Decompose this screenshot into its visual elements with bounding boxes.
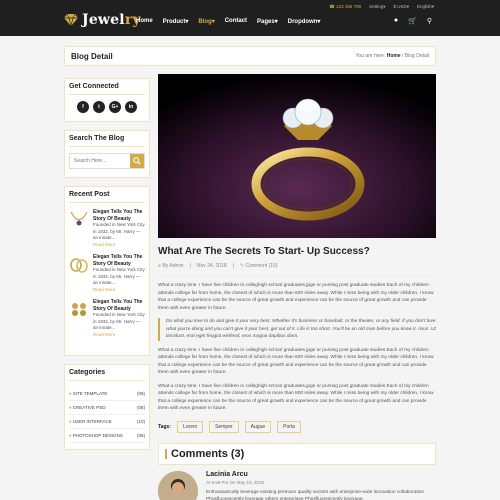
nav-contact[interactable]: Contact — [225, 18, 247, 25]
logo[interactable]: Jewelry — [64, 12, 141, 28]
recent-post-widget: Recent Post Elegan Tells You The Story O… — [64, 186, 150, 356]
post-tags: Tags: Lorem Semper Augue Porta — [158, 420, 436, 433]
list-item[interactable]: Elegan Tells You The Story Of Beauty Fou… — [69, 299, 145, 338]
category-count: (10) — [136, 419, 145, 424]
read-more-link[interactable]: Read More — [93, 332, 145, 339]
post-meta: ● By Admin | Nov 24, 2018 | ✎ Comment (1… — [158, 263, 436, 276]
list-item[interactable]: Elegan Tells You The Story Of Beauty Fou… — [69, 254, 145, 293]
settings-dropdown[interactable]: Setting▾ — [369, 4, 385, 10]
rings-thumbnail — [70, 258, 88, 273]
search-box — [69, 153, 145, 169]
linkedin-icon[interactable]: in — [125, 101, 137, 113]
comment-icon: ✎ — [239, 263, 245, 269]
post-blockquote: Do what you love to do and give it your … — [158, 318, 436, 341]
tag-semper[interactable]: Semper — [209, 420, 239, 433]
post-paragraph: What a crazy time. I have five children … — [158, 347, 434, 376]
post-excerpt: Founded in New York City in 1932, by Mr.… — [93, 312, 145, 330]
nav-pages[interactable]: Pages▾ — [257, 18, 278, 25]
comment-text: Enthusiastically leverage existing premi… — [206, 489, 425, 500]
categories-widget: Categories » SITE TEMPLATE (09) » CREATI… — [64, 364, 150, 450]
read-more-link[interactable]: Read More — [93, 287, 145, 294]
post-title[interactable]: Elegan Tells You The Story Of Beauty — [93, 254, 145, 267]
page-title: Blog Detail — [71, 51, 113, 61]
earrings-thumbnail — [72, 303, 86, 316]
breadcrumb: You are here: Home / Blog Detail — [355, 53, 430, 59]
post-title[interactable]: Elegan Tells You The Story Of Beauty — [93, 299, 145, 312]
search-button[interactable] — [130, 154, 144, 168]
diamond-icon — [64, 14, 78, 26]
post-hero-image — [158, 74, 436, 238]
necklace-thumbnail — [70, 211, 88, 226]
nav-home[interactable]: Home — [136, 18, 153, 25]
read-more-link[interactable]: Read More — [93, 242, 145, 249]
category-count: (08) — [136, 405, 145, 410]
get-connected-widget: Get Connected f t G+ in — [64, 78, 150, 122]
ring-image — [158, 74, 436, 238]
avatar — [158, 470, 198, 500]
post-title: What Are The Secrets To Start- Up Succes… — [158, 246, 370, 257]
main-nav: Home Product▾ Blog▾ Contact Pages▾ Dropd… — [136, 18, 320, 25]
tags-label: Tags: — [158, 423, 171, 430]
post-title[interactable]: Elegan Tells You The Story Of Beauty — [93, 209, 145, 222]
search-input[interactable] — [70, 154, 130, 168]
list-item[interactable]: Elegan Tells You The Story Of Beauty Fou… — [69, 209, 145, 248]
post-excerpt: Founded in New York City in 1932, by Mr.… — [93, 222, 145, 240]
nav-blog[interactable]: Blog▾ — [198, 18, 214, 25]
user-icon[interactable]: ● — [394, 17, 398, 25]
social-links: f t G+ in — [69, 101, 145, 113]
tag-porta[interactable]: Porta — [277, 420, 302, 433]
comment-date: At 8:59 Pm On May 18, 2019 — [206, 479, 265, 485]
post-paragraph: What a crazy time. I have five children … — [158, 283, 434, 311]
category-name: » SITE TEMPLATE — [69, 391, 108, 396]
twitter-icon[interactable]: t — [93, 101, 105, 113]
widget-title: Categories — [69, 369, 145, 381]
category-name: » CREATIVE PSD — [69, 405, 106, 410]
breadcrumb-current: / Blog Detail — [402, 53, 429, 59]
tag-lorem[interactable]: Lorem — [176, 420, 204, 433]
nav-product[interactable]: Product▾ — [163, 18, 189, 25]
comments-heading: Comments (3) — [158, 442, 436, 465]
accent-bar — [165, 448, 167, 459]
category-item[interactable]: » USER INTERFACE (10) — [69, 415, 145, 429]
tag-augue[interactable]: Augue — [244, 420, 272, 433]
phone-number[interactable]: ☎ 123 456 789 — [329, 4, 361, 10]
widget-title: Get Connected — [69, 83, 145, 95]
page-title-bar: Blog Detail You are here: Home / Blog De… — [64, 46, 436, 66]
category-name: » PHOTOSHOP DESIGNS — [69, 433, 123, 438]
comment-author: Lacinia Arcu — [206, 470, 248, 478]
category-count: (08) — [136, 433, 145, 438]
cart-icon[interactable]: 🛒 — [408, 17, 417, 25]
comment-item: Lacinia Arcu At 8:59 Pm On May 18, 2019 … — [158, 470, 436, 500]
facebook-icon[interactable]: f — [77, 101, 89, 113]
breadcrumb-home[interactable]: Home — [387, 53, 401, 59]
person-avatar-icon — [158, 470, 198, 500]
logo-text: Jewelry — [82, 12, 141, 28]
post-date: Nov 24, 2018 — [196, 263, 227, 269]
category-name: » USER INTERFACE — [69, 419, 112, 424]
blog-post: What Are The Secrets To Start- Up Succes… — [158, 74, 436, 500]
category-item[interactable]: » PHOTOSHOP DESIGNS (08) — [69, 429, 145, 443]
utility-bar: ☎ 123 456 789 Setting▾ $ USD▾ English▾ — [329, 4, 434, 10]
post-paragraph: What a crazy time. I have five children … — [158, 383, 434, 412]
nav-dropdown[interactable]: Dropdown▾ — [288, 18, 321, 25]
user-icon: ● — [158, 263, 162, 269]
category-item[interactable]: » SITE TEMPLATE (09) — [69, 387, 145, 401]
google-plus-icon[interactable]: G+ — [109, 101, 121, 113]
search-widget: Search The Blog — [64, 130, 150, 178]
category-count: (09) — [136, 391, 145, 396]
post-author[interactable]: ● By Admin — [158, 263, 184, 269]
search-icon[interactable]: ⚲ — [427, 17, 432, 25]
widget-title: Recent Post — [69, 191, 145, 203]
category-item[interactable]: » CREATIVE PSD (08) — [69, 401, 145, 415]
post-excerpt: Founded in New York City in 1932, by Mr.… — [93, 267, 145, 285]
post-comments-link[interactable]: ✎ Comment (15) — [240, 263, 278, 269]
header-icons: ● 🛒 ⚲ — [394, 17, 432, 25]
widget-title: Search The Blog — [69, 135, 145, 147]
currency-dropdown[interactable]: $ USD▾ — [393, 4, 409, 10]
language-dropdown[interactable]: English▾ — [417, 4, 434, 10]
search-icon — [133, 157, 141, 165]
